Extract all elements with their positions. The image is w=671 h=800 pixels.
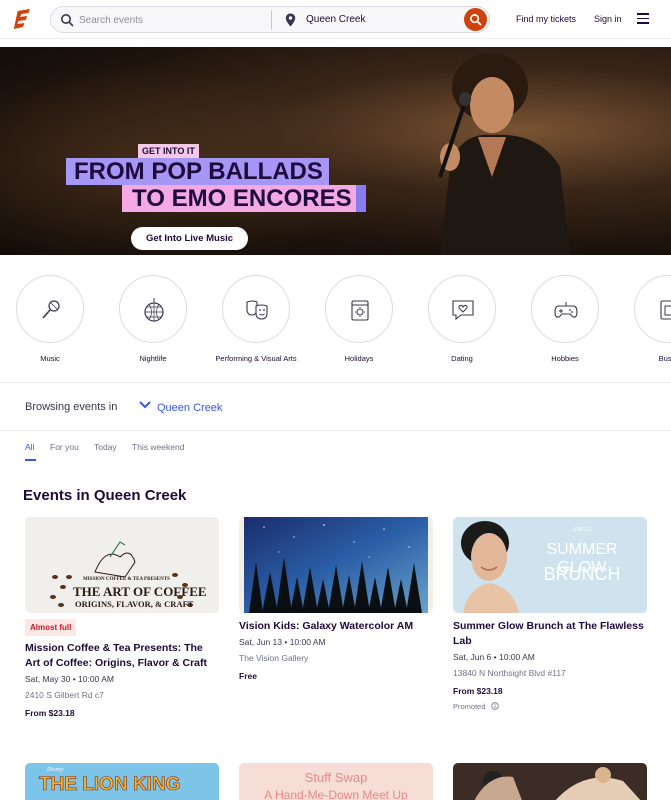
tab-all[interactable]: All bbox=[25, 442, 34, 452]
promoted-label: Promoted bbox=[453, 702, 647, 711]
search-icon bbox=[61, 14, 74, 27]
calendar-sun-icon bbox=[351, 300, 369, 321]
event-date: Sat, Jun 13 • 10:00 AM bbox=[239, 637, 326, 647]
location-input[interactable]: Queen Creek bbox=[306, 14, 365, 25]
hero-banner[interactable]: GET INTO IT FROM POP BALLADS TO EMO ENCO… bbox=[0, 47, 671, 255]
hero-headline-line-2: TO EMO ENCORES bbox=[122, 185, 366, 212]
section-title: Events in Queen Creek bbox=[23, 487, 187, 504]
active-tab-indicator bbox=[25, 459, 36, 461]
event-image[interactable] bbox=[453, 763, 647, 800]
search-icon bbox=[470, 14, 482, 26]
search-bar: Queen Creek bbox=[50, 6, 490, 33]
event-venue: 13840 N Northsight Blvd #117 bbox=[453, 668, 566, 678]
category-holidays[interactable]: Holidays bbox=[314, 275, 404, 364]
category-music[interactable]: Music bbox=[5, 275, 95, 364]
browsing-label: Browsing events in bbox=[25, 401, 118, 413]
event-title[interactable]: Mission Coffee & Tea Presents: The Art o… bbox=[25, 641, 219, 671]
info-icon[interactable] bbox=[490, 702, 499, 710]
event-card[interactable]: SUMMER GLOW BRUNCH JOIN US Summer Glow B… bbox=[453, 517, 647, 711]
event-card[interactable]: MISSION COFFEE & TEA PRESENTS THE ART OF… bbox=[25, 517, 219, 718]
event-venue: 2410 S Gilbert Rd c7 bbox=[25, 690, 104, 700]
microphone-icon bbox=[42, 300, 60, 319]
category-performing-arts[interactable]: Performing & Visual Arts bbox=[211, 275, 301, 364]
event-image[interactable]: Disney THE LION KING bbox=[25, 763, 219, 800]
event-image[interactable]: MISSION COFFEE & TEA PRESENTS THE ART OF… bbox=[25, 517, 219, 613]
eventbrite-logo-icon[interactable] bbox=[14, 8, 36, 30]
category-nightlife[interactable]: Nightlife bbox=[108, 275, 198, 364]
divider bbox=[0, 382, 671, 383]
event-price: From $23.18 bbox=[25, 708, 75, 718]
category-carousel: Music Nightlife Performing & Visual Arts bbox=[0, 262, 671, 380]
event-image[interactable]: SUMMER GLOW BRUNCH JOIN US bbox=[453, 517, 647, 613]
event-date: Sat, May 30 • 10:00 AM bbox=[25, 674, 114, 684]
event-title[interactable]: Vision Kids: Galaxy Watercolor AM bbox=[239, 619, 433, 634]
hero-headline-line-1: FROM POP BALLADS bbox=[66, 158, 329, 185]
search-button[interactable] bbox=[464, 8, 487, 31]
gamepad-icon bbox=[554, 302, 578, 318]
singer-photo bbox=[438, 53, 570, 255]
category-business[interactable]: Busin bbox=[623, 275, 671, 364]
browse-location-dropdown[interactable]: Queen Creek bbox=[157, 402, 222, 414]
chevron-down-icon[interactable] bbox=[139, 400, 151, 410]
tab-for-you[interactable]: For you bbox=[50, 442, 79, 452]
disco-ball-icon bbox=[144, 298, 164, 322]
event-venue: The Vision Gallery bbox=[239, 653, 309, 663]
location-pin-icon bbox=[285, 13, 296, 27]
tab-today[interactable]: Today bbox=[94, 442, 117, 452]
tab-this-weekend[interactable]: This weekend bbox=[132, 442, 184, 452]
search-divider bbox=[271, 10, 272, 30]
theater-masks-icon bbox=[246, 300, 268, 320]
divider bbox=[0, 430, 671, 431]
hero-cta-button[interactable]: Get Into Live Music bbox=[131, 227, 248, 250]
find-tickets-link[interactable]: Find my tickets bbox=[516, 14, 576, 24]
event-date: Sat, Jun 6 • 10:00 AM bbox=[453, 652, 535, 662]
event-image[interactable] bbox=[239, 517, 433, 613]
category-dating[interactable]: Dating bbox=[417, 275, 507, 364]
sign-in-link[interactable]: Sign in bbox=[594, 14, 622, 24]
search-input[interactable] bbox=[79, 10, 259, 30]
top-header: Queen Creek Find my tickets Sign in bbox=[0, 0, 671, 39]
event-card[interactable]: Vision Kids: Galaxy Watercolor AM Sat, J… bbox=[239, 517, 433, 681]
chat-heart-icon bbox=[452, 300, 474, 321]
event-price: From $23.18 bbox=[453, 686, 503, 696]
status-badge: Almost full bbox=[25, 619, 77, 636]
category-hobbies[interactable]: Hobbies bbox=[520, 275, 610, 364]
hero-tagline: GET INTO IT bbox=[138, 144, 199, 158]
business-icon bbox=[660, 300, 671, 320]
event-image[interactable]: Stuff Swap A Hand-Me-Down Meet Up bbox=[239, 763, 433, 800]
event-price: Free bbox=[239, 671, 257, 681]
event-title[interactable]: Summer Glow Brunch at The Flawless Lab bbox=[453, 619, 647, 649]
hamburger-menu-icon[interactable] bbox=[637, 13, 649, 24]
